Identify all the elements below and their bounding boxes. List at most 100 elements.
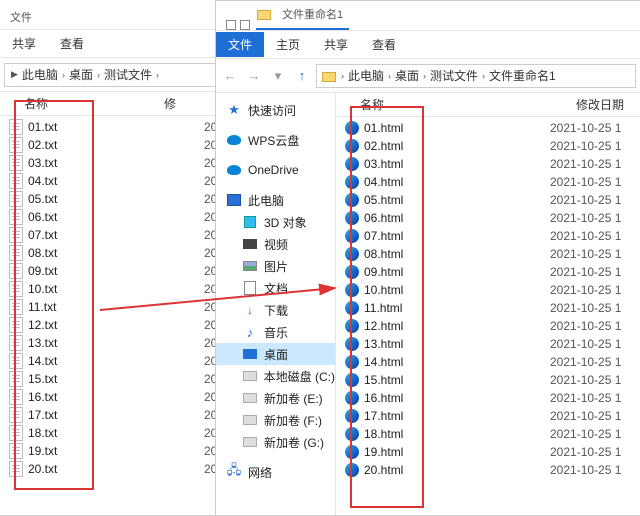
nav-wps[interactable]: WPS云盘 xyxy=(216,129,335,151)
file-row[interactable]: 11.txt20 xyxy=(0,298,224,316)
nav-quick-access[interactable]: ★快速访问 xyxy=(216,99,335,121)
ribbon-tab-file[interactable]: 文件 xyxy=(216,32,264,57)
file-name: 02.html xyxy=(364,139,403,153)
file-row[interactable]: 10.html2021-10-25 1 xyxy=(336,281,640,299)
crumb-desktop[interactable]: 桌面 xyxy=(67,66,95,83)
file-name: 14.html xyxy=(364,355,403,369)
column-name[interactable]: 名称 xyxy=(336,96,384,113)
edge-file-icon xyxy=(344,462,360,478)
file-name: 03.txt xyxy=(28,156,57,170)
file-name: 14.txt xyxy=(28,354,57,368)
file-row[interactable]: 12.html2021-10-25 1 xyxy=(336,317,640,335)
file-row[interactable]: 20.html2021-10-25 1 xyxy=(336,461,640,479)
file-row[interactable]: 01.html2021-10-25 1 xyxy=(336,119,640,137)
nav-onedrive[interactable]: OneDrive xyxy=(216,159,335,181)
file-row[interactable]: 04.html2021-10-25 1 xyxy=(336,173,640,191)
ribbon-tab-view[interactable]: 查看 xyxy=(48,31,96,56)
column-date[interactable]: 修改日期 xyxy=(576,96,640,113)
nav-pc-child[interactable]: ↓下载 xyxy=(216,299,335,321)
file-row[interactable]: 13.txt20 xyxy=(0,334,224,352)
nav-forward-button[interactable]: → xyxy=(244,66,264,86)
file-date: 2021-10-25 1 xyxy=(550,427,640,441)
file-row[interactable]: 15.html2021-10-25 1 xyxy=(336,371,640,389)
file-name: 11.txt xyxy=(28,300,56,314)
file-row[interactable]: 20.txt20 xyxy=(0,460,224,478)
nav-pc-child[interactable]: 新加卷 (F:) xyxy=(216,409,335,431)
i-3d-icon xyxy=(242,214,258,230)
crumb-thispc[interactable]: 此电脑 xyxy=(20,66,60,83)
nav-pc-child[interactable]: ♪音乐 xyxy=(216,321,335,343)
ribbon-tab-view[interactable]: 查看 xyxy=(360,32,408,57)
file-row[interactable]: 02.html2021-10-25 1 xyxy=(336,137,640,155)
nav-pc-child[interactable]: 视频 xyxy=(216,233,335,255)
file-list: 01.html2021-10-25 102.html2021-10-25 103… xyxy=(336,117,640,481)
breadcrumb[interactable]: › 此电脑 › 桌面 › 测试文件 › 文件重命名1 xyxy=(316,64,636,88)
crumb-thispc[interactable]: 此电脑 xyxy=(346,67,386,84)
file-date: 2021-10-25 1 xyxy=(550,445,640,459)
column-name[interactable]: 名称 xyxy=(0,95,120,112)
file-row[interactable]: 13.html2021-10-25 1 xyxy=(336,335,640,353)
file-row[interactable]: 18.txt20 xyxy=(0,424,224,442)
qat-icon[interactable] xyxy=(240,20,250,30)
nav-thispc[interactable]: 此电脑 xyxy=(216,189,335,211)
file-row[interactable]: 18.html2021-10-25 1 xyxy=(336,425,640,443)
ribbon-tab-home[interactable]: 主页 xyxy=(264,32,312,57)
file-row[interactable]: 09.html2021-10-25 1 xyxy=(336,263,640,281)
file-row[interactable]: 03.html2021-10-25 1 xyxy=(336,155,640,173)
file-row[interactable]: 19.html2021-10-25 1 xyxy=(336,443,640,461)
file-row[interactable]: 11.html2021-10-25 1 xyxy=(336,299,640,317)
crumb-desktop[interactable]: 桌面 xyxy=(393,67,421,84)
column-headers: 名称 修 xyxy=(0,92,224,116)
file-row[interactable]: 06.txt20 xyxy=(0,208,224,226)
nav-pc-child[interactable]: 3D 对象 xyxy=(216,211,335,233)
file-row[interactable]: 04.txt20 xyxy=(0,172,224,190)
nav-pc-child[interactable]: 桌面 xyxy=(216,343,335,365)
file-name: 01.html xyxy=(364,121,403,135)
nav-pc-child[interactable]: 文档 xyxy=(216,277,335,299)
file-row[interactable]: 15.txt20 xyxy=(0,370,224,388)
crumb-test[interactable]: 测试文件 xyxy=(102,66,154,83)
edge-file-icon xyxy=(344,426,360,442)
ribbon-tab-share[interactable]: 共享 xyxy=(312,32,360,57)
txt-file-icon xyxy=(8,119,24,135)
file-row[interactable]: 12.txt20 xyxy=(0,316,224,334)
file-row[interactable]: 08.txt20 xyxy=(0,244,224,262)
nav-pc-child[interactable]: 本地磁盘 (C:) xyxy=(216,365,335,387)
nav-pc-child[interactable]: 新加卷 (E:) xyxy=(216,387,335,409)
file-row[interactable]: 07.html2021-10-25 1 xyxy=(336,227,640,245)
nav-pc-child[interactable]: 新加卷 (G:) xyxy=(216,431,335,453)
file-row[interactable]: 01.txt20 xyxy=(0,118,224,136)
file-row[interactable]: 16.html2021-10-25 1 xyxy=(336,389,640,407)
edge-file-icon xyxy=(344,264,360,280)
nav-label: 下载 xyxy=(264,302,288,319)
file-row[interactable]: 06.html2021-10-25 1 xyxy=(336,209,640,227)
file-row[interactable]: 02.txt20 xyxy=(0,136,224,154)
nav-pc-child[interactable]: 图片 xyxy=(216,255,335,277)
i-img-icon xyxy=(242,258,258,274)
txt-file-icon xyxy=(8,209,24,225)
nav-network[interactable]: 🖧网络 xyxy=(216,461,335,483)
file-row[interactable]: 17.html2021-10-25 1 xyxy=(336,407,640,425)
qat-icon[interactable] xyxy=(226,20,236,30)
file-row[interactable]: 03.txt20 xyxy=(0,154,224,172)
nav-up-button[interactable]: ↑ xyxy=(292,66,312,86)
file-row[interactable]: 17.txt20 xyxy=(0,406,224,424)
file-row[interactable]: 07.txt20 xyxy=(0,226,224,244)
file-row[interactable]: 05.txt20 xyxy=(0,190,224,208)
file-row[interactable]: 14.txt20 xyxy=(0,352,224,370)
file-row[interactable]: 09.txt20 xyxy=(0,262,224,280)
file-row[interactable]: 19.txt20 xyxy=(0,442,224,460)
crumb-rename[interactable]: 文件重命名1 xyxy=(487,67,558,84)
nav-recent-button[interactable]: ▾ xyxy=(268,66,288,86)
file-row[interactable]: 16.txt20 xyxy=(0,388,224,406)
breadcrumb[interactable]: ▶ 此电脑 › 桌面 › 测试文件 › xyxy=(4,63,220,87)
nav-label: 网络 xyxy=(248,464,272,481)
file-row[interactable]: 14.html2021-10-25 1 xyxy=(336,353,640,371)
ribbon-tab-share[interactable]: 共享 xyxy=(0,31,48,56)
file-name: 10.txt xyxy=(28,282,57,296)
file-row[interactable]: 05.html2021-10-25 1 xyxy=(336,191,640,209)
crumb-test[interactable]: 测试文件 xyxy=(428,67,480,84)
nav-back-button[interactable]: ← xyxy=(220,66,240,86)
file-row[interactable]: 10.txt20 xyxy=(0,280,224,298)
file-row[interactable]: 08.html2021-10-25 1 xyxy=(336,245,640,263)
